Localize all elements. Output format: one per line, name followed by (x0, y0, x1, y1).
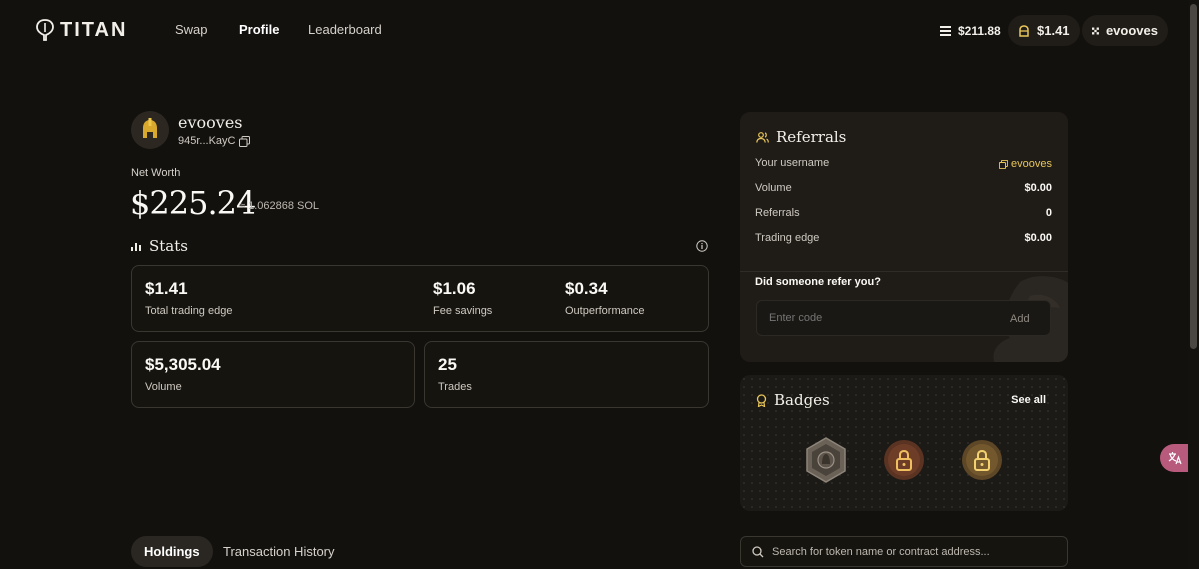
referral-username-value[interactable]: evooves (999, 157, 1052, 171)
profile-username: evooves (178, 113, 243, 132)
medal-icon (756, 393, 767, 407)
net-worth-value: $225.24 (130, 184, 256, 222)
helmet-icon (1019, 24, 1029, 37)
referral-volume-value: $0.00 (1024, 182, 1052, 194)
referral-row-referrals: Referrals 0 (755, 207, 1052, 221)
net-worth-sol: ≈ 1.062868 SOL (239, 200, 320, 212)
scrollbar-thumb[interactable] (1190, 4, 1197, 349)
token-search (740, 536, 1068, 567)
add-referral-button[interactable]: Add (1010, 313, 1030, 325)
wallet-address-text: 945r...KayC (178, 135, 236, 147)
search-icon (752, 545, 764, 557)
trading-edge-card: $1.41 Total trading edge $1.06 Fee savin… (131, 265, 709, 332)
see-all-badges-link[interactable]: See all (1011, 394, 1046, 406)
fee-savings-value: $1.06 (433, 279, 476, 298)
nav-leaderboard[interactable]: Leaderboard (308, 22, 382, 37)
volume-label: Volume (145, 381, 182, 393)
trades-label: Trades (438, 381, 472, 393)
stats-heading: Stats (131, 237, 188, 255)
locked-badge-icon[interactable] (960, 437, 1004, 483)
copy-icon[interactable] (239, 135, 251, 147)
tab-holdings[interactable]: Holdings (131, 536, 213, 567)
volume-card: $5,305.04 Volume (131, 341, 415, 408)
referral-code-input[interactable] (756, 300, 1051, 336)
referrals-title: Referrals (776, 128, 847, 146)
fee-savings-label: Fee savings (433, 305, 493, 317)
nav-profile[interactable]: Profile (239, 22, 279, 37)
referrals-heading: Referrals (756, 128, 846, 146)
locked-badge-icon[interactable] (882, 437, 926, 483)
outperformance-value: $0.34 (565, 279, 608, 298)
copy-icon (999, 159, 1009, 169)
avatar (131, 111, 169, 149)
logo-text: TITAN (60, 18, 128, 41)
trading-edge-value: $1.41 (1037, 23, 1070, 38)
network-icon (1092, 27, 1099, 34)
page-scrollbar[interactable] (1188, 0, 1199, 569)
volume-value: $5,305.04 (145, 355, 221, 374)
referral-count-value: 0 (1045, 207, 1052, 219)
translate-glyph-icon (1168, 452, 1182, 465)
bar-chart-icon (131, 243, 141, 251)
top-header: TITAN Swap Profile Leaderboard $211.88 $… (0, 0, 1199, 62)
stats-title: Stats (149, 237, 188, 255)
user-menu-button[interactable]: evooves (1082, 15, 1168, 46)
stack-icon (940, 25, 951, 36)
titan-logo-icon (36, 19, 54, 41)
spartan-helmet-icon (143, 118, 157, 140)
referral-volume-label: Volume (755, 182, 792, 194)
referral-username-text: evooves (1011, 158, 1052, 170)
referral-question: Did someone refer you? (755, 276, 881, 288)
earned-badge-icon[interactable] (804, 437, 848, 483)
titan-logo[interactable]: TITAN (36, 18, 127, 42)
badges-heading: Badges (756, 391, 830, 409)
referral-row-trading-edge: Trading edge $0.00 (755, 232, 1052, 246)
wallet-balance: $211.88 (958, 23, 1001, 38)
net-worth-label: Net Worth (131, 167, 181, 179)
total-trading-edge-value: $1.41 (145, 279, 188, 298)
wallet-balance-button[interactable]: $211.88 (930, 15, 1011, 46)
user-menu-label: evooves (1105, 23, 1158, 38)
trades-card: 25 Trades (424, 341, 709, 408)
trading-edge-button[interactable]: $1.41 (1008, 15, 1080, 46)
referrals-panel: Referrals Your username evooves Volume $… (740, 112, 1068, 362)
total-trading-edge-label: Total trading edge (145, 305, 233, 317)
nav-swap[interactable]: Swap (175, 22, 208, 37)
referral-row-username: Your username evooves (755, 157, 1052, 171)
translate-icon[interactable] (1160, 444, 1190, 472)
referral-count-label: Referrals (755, 207, 800, 219)
referral-row-volume: Volume $0.00 (755, 182, 1052, 196)
badges-title: Badges (774, 391, 830, 409)
referral-username-label: Your username (755, 157, 830, 169)
tab-transaction-history[interactable]: Transaction History (210, 536, 348, 567)
referral-trading-edge-value: $0.00 (1024, 232, 1052, 244)
trades-value: 25 (438, 355, 457, 374)
info-icon[interactable] (696, 240, 708, 252)
token-search-input[interactable] (772, 545, 1067, 558)
outperformance-label: Outperformance (565, 305, 645, 317)
wallet-address: 945r...KayC (178, 135, 251, 147)
badges-panel: Badges See all (740, 375, 1068, 511)
users-icon (756, 131, 769, 143)
referral-trading-edge-label: Trading edge (755, 232, 820, 244)
